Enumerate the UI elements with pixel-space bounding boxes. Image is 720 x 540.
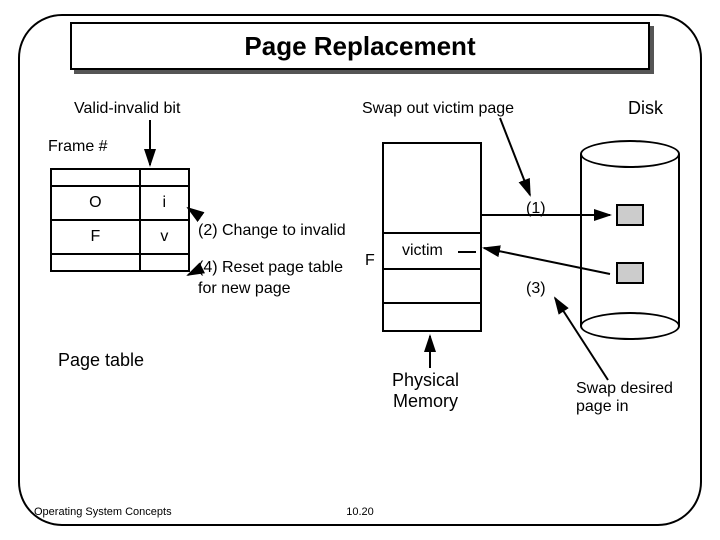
title-box: Page Replacement xyxy=(70,22,650,70)
reset-table-label: (4) Reset page table for new page xyxy=(198,258,343,300)
page-table: O i F v xyxy=(50,168,190,272)
frame-cell: O xyxy=(51,186,140,220)
swap-in-label: Swap desired page in xyxy=(576,380,673,416)
frame-cell: F xyxy=(51,220,140,254)
valid-invalid-bit-label: Valid-invalid bit xyxy=(74,100,180,118)
table-row: O i xyxy=(51,186,189,220)
f-label: F xyxy=(365,252,375,270)
swap-out-label: Swap out victim page xyxy=(362,100,514,118)
page-table-label: Page table xyxy=(58,350,144,371)
table-row: F v xyxy=(51,220,189,254)
disk-cylinder xyxy=(580,140,680,340)
disk-block xyxy=(616,204,644,226)
frame-number-label: Frame # xyxy=(48,138,108,156)
bit-cell: i xyxy=(140,186,189,220)
physical-memory xyxy=(382,142,482,332)
step1-label: (1) xyxy=(526,200,546,218)
physical-memory-label: Physical Memory xyxy=(392,370,459,412)
change-invalid-label: (2) Change to invalid xyxy=(198,222,346,240)
step3-label: (3) xyxy=(526,280,546,298)
page-title: Page Replacement xyxy=(72,24,648,68)
bit-cell: v xyxy=(140,220,189,254)
disk-label: Disk xyxy=(628,98,663,119)
footer-center: 10.20 xyxy=(0,506,720,518)
disk-block xyxy=(616,262,644,284)
